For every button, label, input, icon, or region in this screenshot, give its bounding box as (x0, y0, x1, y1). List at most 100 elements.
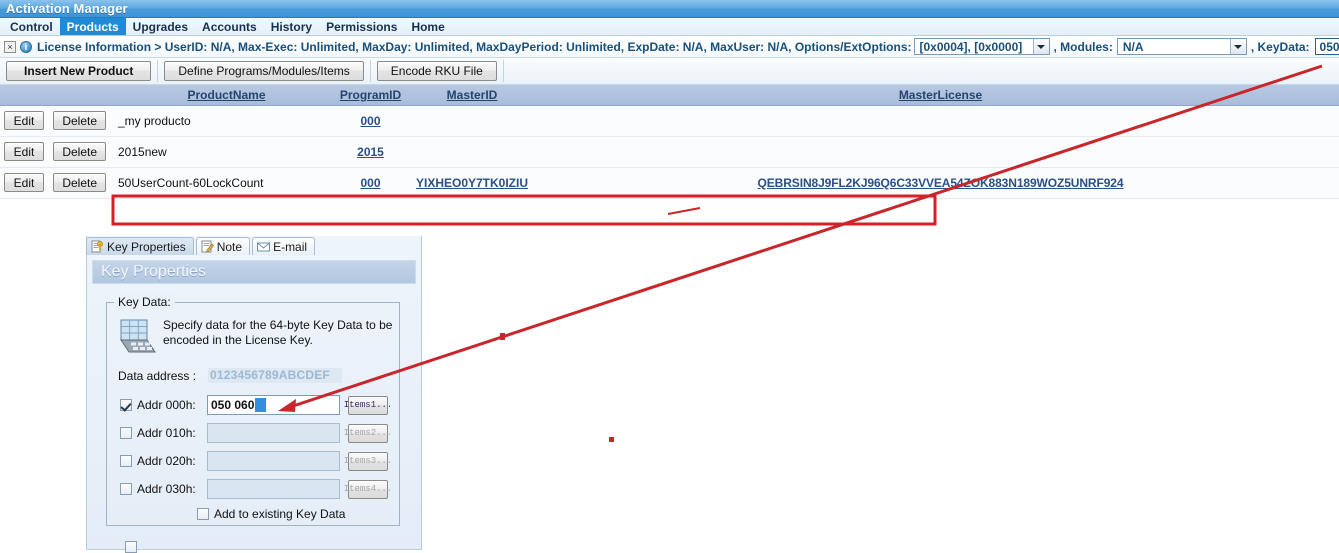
menu-item-history[interactable]: History (264, 18, 319, 35)
cell-masterid (402, 105, 542, 136)
tab-note-label: Note (217, 240, 242, 254)
keydata-label: , KeyData: (1249, 40, 1312, 54)
addr-020h-input[interactable] (207, 451, 340, 471)
menu-item-upgrades[interactable]: Upgrades (126, 18, 195, 35)
cell-productname: _my producto (114, 105, 339, 136)
key-properties-icon (91, 240, 104, 253)
cell-masterlicense (542, 105, 1339, 136)
addr-030h-input[interactable] (207, 479, 340, 499)
column-header-masterid[interactable]: MasterID (402, 85, 542, 105)
row-actions: Edit Delete (0, 167, 114, 198)
items1-button[interactable]: Items1... (348, 396, 388, 415)
edit-button[interactable]: Edit (4, 142, 44, 161)
license-information-bar: × i License Information > UserID: N/A, M… (0, 36, 1339, 58)
info-icon: i (20, 41, 32, 53)
addr-020h-checkbox[interactable] (120, 455, 132, 467)
addr-010h-label: Addr 010h: (137, 426, 207, 440)
main-menu-bar: Control Products Upgrades Accounts Histo… (0, 18, 1339, 36)
cell-programid: 2015 (339, 136, 402, 167)
column-header-masterlicense[interactable]: MasterLicense (542, 85, 1339, 105)
text-caret (255, 398, 266, 412)
row-actions: Edit Delete (0, 136, 114, 167)
add-to-existing-keydata-row: Add to existing Key Data (197, 507, 345, 521)
email-icon (257, 240, 270, 253)
menu-item-accounts[interactable]: Accounts (195, 18, 264, 35)
addr-row-020h: Addr 020h: Items3... (120, 450, 388, 472)
key-panel-tabstrip: Key Properties Note E-mail (86, 236, 422, 255)
cell-masterlicense (542, 136, 1339, 167)
menu-item-permissions[interactable]: Permissions (319, 18, 404, 35)
column-header-productname[interactable]: ProductName (114, 85, 339, 105)
tab-key-properties-label: Key Properties (107, 240, 186, 254)
insert-new-product-button[interactable]: Insert New Product (6, 61, 151, 81)
menu-item-control[interactable]: Control (3, 18, 60, 35)
toolbar-divider (157, 60, 158, 82)
column-header-actions (0, 85, 114, 105)
window-title-bar: Activation Manager (0, 0, 1339, 18)
addr-000h-label: Addr 000h: (137, 398, 207, 412)
delete-button[interactable]: Delete (53, 173, 106, 192)
products-toolbar: Insert New Product Define Programs/Modul… (0, 58, 1339, 85)
tab-email[interactable]: E-mail (252, 237, 315, 255)
table-row[interactable]: Edit Delete 50UserCount-60LockCount 000 … (0, 167, 1339, 198)
key-data-description: Specify data for the 64-byte Key Data to… (163, 318, 393, 348)
chevron-down-icon[interactable] (1033, 39, 1049, 54)
cell-programid: 000 (339, 167, 402, 198)
addr-row-000h: Addr 000h: 050 060 Items1... (120, 394, 388, 416)
keydata-value-box: 050 060 (1315, 38, 1339, 55)
menu-item-home[interactable]: Home (404, 18, 451, 35)
cell-programid: 000 (339, 105, 402, 136)
edit-button[interactable]: Edit (4, 111, 44, 130)
row-actions: Edit Delete (0, 105, 114, 136)
addr-row-010h: Addr 010h: Items2... (120, 422, 388, 444)
options-extoptions-dropdown[interactable]: [0x0004], [0x0000] (914, 38, 1050, 55)
column-header-programid[interactable]: ProgramID (339, 85, 402, 105)
window-title: Activation Manager (6, 1, 128, 16)
key-properties-header-title: Key Properties (101, 263, 206, 281)
add-to-existing-keydata-checkbox[interactable] (197, 508, 209, 520)
addr-010h-input[interactable] (207, 423, 340, 443)
tab-email-label: E-mail (273, 240, 307, 254)
chevron-down-icon[interactable] (1230, 39, 1246, 54)
addr-000h-input[interactable]: 050 060 (207, 395, 340, 415)
keypad-icon (117, 318, 159, 358)
bottom-partial-checkbox[interactable] (125, 541, 137, 553)
edit-button[interactable]: Edit (4, 173, 44, 192)
addr-row-030h: Addr 030h: Items4... (120, 478, 388, 500)
define-programs-modules-items-button[interactable]: Define Programs/Modules/Items (164, 61, 363, 81)
note-icon (201, 240, 214, 253)
items2-button: Items2... (348, 424, 388, 443)
annotation-underline (668, 208, 700, 214)
cell-masterlicense: QEBRSIN8J9FL2KJ96Q6C33VVEA54ZOK883N189WO… (542, 167, 1339, 198)
cell-masterid: YIXHEO0Y7TK0IZIU (402, 167, 542, 198)
toolbar-divider (503, 60, 504, 82)
items3-button: Items3... (348, 452, 388, 471)
addr-030h-checkbox[interactable] (120, 483, 132, 495)
items4-button: Items4... (348, 480, 388, 499)
delete-button[interactable]: Delete (53, 142, 106, 161)
addr-000h-checkbox[interactable] (120, 399, 132, 411)
annotation-mark (609, 437, 614, 442)
addr-010h-checkbox[interactable] (120, 427, 132, 439)
annotation-highlight-box (113, 196, 935, 224)
data-address-label: Data address : (118, 369, 196, 383)
key-properties-header: Key Properties (92, 260, 416, 284)
delete-button[interactable]: Delete (53, 111, 106, 130)
addr-000h-value: 050 060 (211, 398, 254, 412)
add-to-existing-keydata-label: Add to existing Key Data (214, 507, 345, 521)
menu-item-products[interactable]: Products (60, 18, 126, 35)
modules-value: N/A (1118, 39, 1230, 54)
encode-rku-file-button[interactable]: Encode RKU File (377, 61, 497, 81)
tab-note[interactable]: Note (196, 237, 250, 255)
key-data-groupbox-legend: Key Data: (114, 295, 175, 309)
modules-label: , Modules: (1052, 40, 1115, 54)
toolbar-divider (370, 60, 371, 82)
products-grid: ProductName ProgramID MasterID MasterLic… (0, 85, 1339, 199)
table-row[interactable]: Edit Delete _my producto 000 (0, 105, 1339, 136)
cell-productname: 2015new (114, 136, 339, 167)
tab-key-properties[interactable]: Key Properties (86, 237, 194, 255)
license-summary-text: License Information > UserID: N/A, Max-E… (37, 40, 912, 54)
modules-dropdown[interactable]: N/A (1117, 38, 1247, 55)
table-row[interactable]: Edit Delete 2015new 2015 (0, 136, 1339, 167)
close-icon[interactable]: × (4, 41, 16, 53)
